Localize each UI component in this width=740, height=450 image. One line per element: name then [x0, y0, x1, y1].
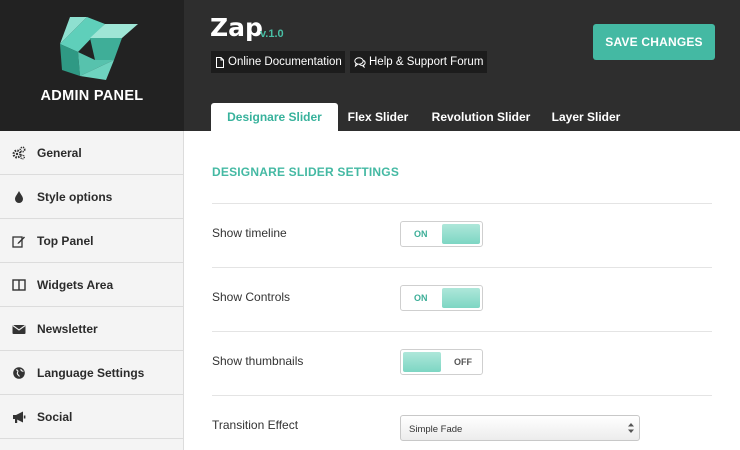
sidebar-item-newsletter[interactable]: Newsletter: [0, 307, 184, 351]
show-thumbnails-toggle[interactable]: OFF: [400, 349, 483, 375]
select-arrows-icon: [628, 423, 634, 433]
sidebar-item-general[interactable]: General: [0, 131, 184, 175]
toggle-knob: [403, 352, 441, 372]
online-documentation-link[interactable]: Online Documentation: [211, 51, 345, 73]
sidebar-item-social[interactable]: Social: [0, 395, 184, 439]
drop-icon: [15, 191, 23, 203]
sidebar-item-label: Language Settings: [37, 366, 145, 380]
tab-layer-slider[interactable]: Layer Slider: [546, 103, 626, 131]
online-documentation-label: Online Documentation: [228, 56, 342, 68]
settings-divider: [212, 267, 712, 268]
settings-divider: [212, 203, 712, 204]
tab-flex-slider[interactable]: Flex Slider: [340, 103, 416, 131]
top-header: ADMIN PANEL Zap v.1.0 Online Documentati…: [0, 0, 740, 131]
help-support-forum-label: Help & Support Forum: [369, 56, 484, 68]
document-icon: [216, 56, 224, 68]
show-timeline-label: Show timeline: [212, 226, 287, 240]
settings-section-title: DESIGNARE SLIDER SETTINGS: [212, 165, 400, 179]
sidebar-item-language-settings[interactable]: Language Settings: [0, 351, 184, 395]
sidebar: General Style options Top Panel Widgets …: [0, 131, 184, 450]
toggle-knob: [442, 224, 480, 244]
columns-icon: [12, 279, 26, 291]
envelope-icon: [12, 325, 26, 334]
brand-label: ADMIN PANEL: [40, 88, 144, 104]
sidebar-item-widgets-area[interactable]: Widgets Area: [0, 263, 184, 307]
show-timeline-toggle[interactable]: ON: [400, 221, 483, 247]
toggle-state: ON: [414, 293, 428, 303]
sidebar-item-label: Widgets Area: [37, 278, 114, 292]
app-version: v.1.0: [260, 28, 284, 40]
tab-revolution-slider[interactable]: Revolution Slider: [426, 103, 536, 131]
brand-area: ADMIN PANEL: [0, 0, 184, 131]
settings-divider: [212, 395, 712, 396]
transition-effect-value: Simple Fade: [409, 424, 463, 435]
help-support-forum-link[interactable]: Help & Support Forum: [350, 51, 487, 73]
gears-icon: [12, 146, 26, 160]
sidebar-item-top-panel[interactable]: Top Panel: [0, 219, 184, 263]
chat-bubbles-icon: [354, 56, 366, 68]
sidebar-item-label: Style options: [37, 190, 113, 204]
transition-effect-label: Transition Effect: [212, 418, 299, 432]
transition-effect-select[interactable]: Simple Fade: [400, 415, 640, 441]
show-controls-label: Show Controls: [212, 290, 291, 304]
toggle-knob: [442, 288, 480, 308]
save-changes-button[interactable]: SAVE CHANGES: [593, 24, 715, 60]
sidebar-item-label: General: [37, 146, 82, 160]
ribbon-logo-icon: [60, 17, 138, 80]
show-controls-toggle[interactable]: ON: [400, 285, 483, 311]
sidebar-item-label: Newsletter: [37, 322, 98, 336]
toggle-state: OFF: [454, 357, 472, 367]
globe-icon: [13, 367, 25, 379]
edit-icon: [12, 236, 25, 248]
show-thumbnails-label: Show thumbnails: [212, 354, 304, 368]
settings-divider: [212, 331, 712, 332]
sidebar-item-label: Top Panel: [37, 234, 94, 248]
sidebar-item-label: Social: [37, 410, 73, 424]
app-title: Zap: [210, 13, 263, 42]
sidebar-item-style-options[interactable]: Style options: [0, 175, 184, 219]
tab-designare-slider[interactable]: Designare Slider: [211, 103, 338, 131]
toggle-state: ON: [414, 229, 428, 239]
megaphone-icon: [13, 411, 26, 423]
